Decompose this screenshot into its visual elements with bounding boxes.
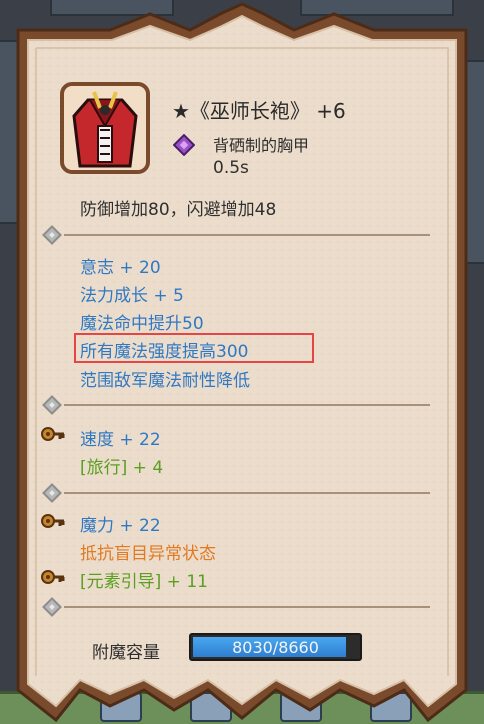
stat-line: 魔力 + 22 [80,516,161,536]
item-portrait [60,82,150,174]
base-stats: 防御增加80，闪避增加48 [80,200,277,220]
skill-bonus: [旅行] + 4 [80,458,164,478]
rune-key-icon [41,427,65,441]
stat-line: 范围敌军魔法耐性降低 [80,371,250,391]
divider [64,492,430,494]
stat-line: 速度 + 22 [80,430,161,450]
divider [64,606,430,608]
skill-bonus: [元素引导] + 11 [80,572,208,592]
enchant-capacity-value: 8030/8660 [232,638,319,657]
divider [64,404,430,406]
enchant-capacity-bar: 8030/8660 [189,633,362,661]
rune-key-icon [41,514,65,528]
item-title: ★《巫师长袍》 +6 [172,99,346,123]
divider [64,234,430,236]
stat-line: 魔法命中提升50 [80,314,204,334]
status-effect: 抵抗盲目异常状态 [80,544,216,564]
cast-time: 0.5s [213,158,249,178]
purple-gem-icon [173,134,195,156]
stat-line: 法力成长 + 5 [80,286,184,306]
enchant-capacity-label: 附魔容量 [92,643,160,663]
red-robe-icon [72,91,138,168]
stat-line: 意志 + 20 [80,258,161,278]
rune-key-icon [41,570,65,584]
highlight-box [74,333,314,363]
item-type: 背硒制的胸甲 [213,136,310,155]
